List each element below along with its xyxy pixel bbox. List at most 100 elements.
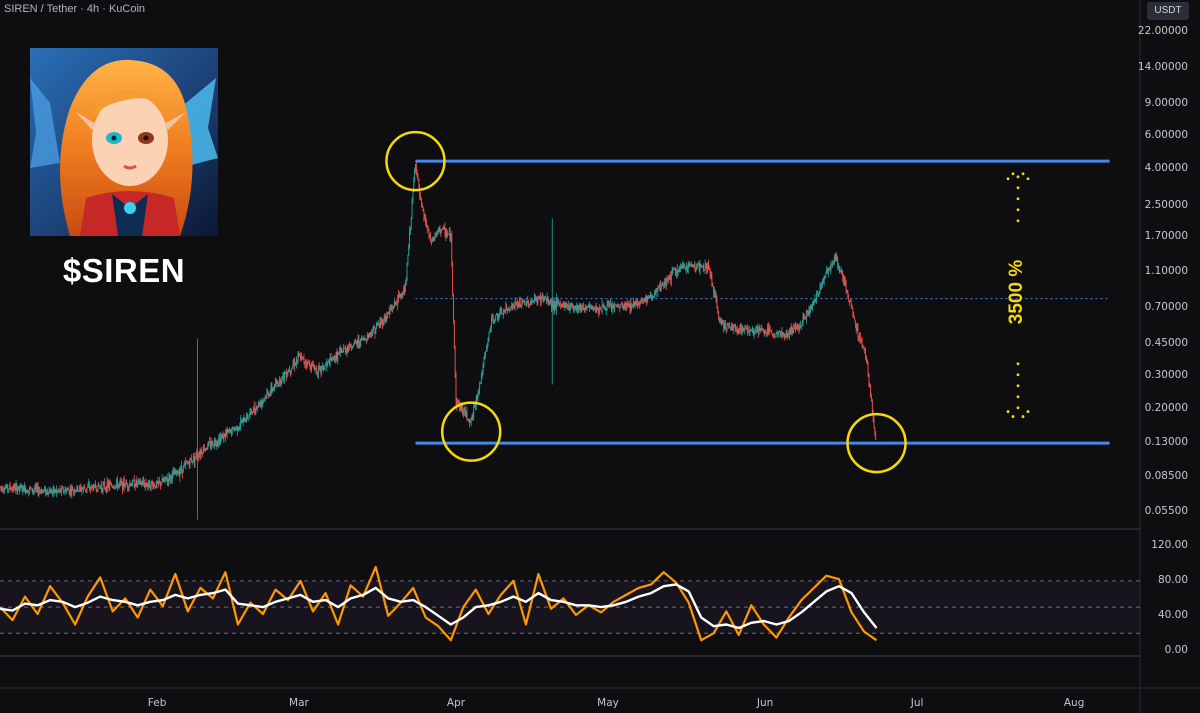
candle-body bbox=[235, 428, 236, 430]
candle-body bbox=[266, 392, 268, 398]
candle-body bbox=[446, 232, 448, 236]
candle-body bbox=[730, 327, 731, 329]
candle-body bbox=[670, 275, 671, 281]
candle-body bbox=[250, 409, 252, 412]
candle-body bbox=[503, 311, 505, 312]
candle-body bbox=[251, 409, 253, 413]
candle-body bbox=[748, 331, 750, 333]
candle-body bbox=[790, 328, 791, 333]
candle-body bbox=[518, 301, 520, 307]
quote-currency-badge[interactable]: USDT bbox=[1147, 2, 1189, 20]
candle-body bbox=[102, 484, 104, 491]
candle-body bbox=[211, 441, 213, 446]
candle-body bbox=[59, 488, 61, 491]
candle-body bbox=[698, 263, 700, 271]
candle-body bbox=[284, 373, 285, 379]
candle-body bbox=[291, 367, 293, 369]
candle-body bbox=[88, 484, 90, 487]
candle-body bbox=[494, 320, 496, 322]
candle-body bbox=[71, 487, 73, 493]
candle-body bbox=[600, 309, 602, 311]
candle-body bbox=[491, 315, 493, 319]
candle-body bbox=[543, 298, 545, 300]
candle-body bbox=[26, 489, 28, 493]
candle-body bbox=[53, 486, 55, 493]
candle-body bbox=[542, 295, 544, 299]
candle-body bbox=[189, 457, 191, 466]
candle-body bbox=[479, 382, 481, 390]
candle-body bbox=[524, 302, 525, 303]
candle-body bbox=[486, 343, 488, 347]
candle-body bbox=[529, 302, 531, 305]
candle-body bbox=[602, 304, 604, 306]
candle-body bbox=[350, 347, 352, 348]
candle-body bbox=[469, 419, 470, 423]
candle-body bbox=[536, 300, 538, 303]
candle-body bbox=[358, 338, 360, 344]
candle-body bbox=[634, 301, 636, 306]
candle-body bbox=[728, 325, 730, 327]
candle-body bbox=[21, 487, 23, 491]
candle-body bbox=[552, 301, 554, 306]
candle-body bbox=[176, 470, 177, 474]
candle-body bbox=[382, 322, 384, 325]
candle-body bbox=[721, 320, 723, 324]
price-tick-label: 14.00000 bbox=[1137, 61, 1188, 74]
candle-body bbox=[332, 356, 334, 361]
candle-body bbox=[22, 485, 24, 491]
candle-body bbox=[688, 263, 690, 265]
candle-body bbox=[317, 366, 319, 375]
candle-body bbox=[279, 378, 280, 384]
candle-body bbox=[144, 483, 146, 487]
candle-body bbox=[783, 332, 785, 336]
candle-body bbox=[272, 388, 274, 392]
candle-body bbox=[270, 385, 272, 392]
candle-body bbox=[109, 483, 111, 488]
candle-body bbox=[464, 407, 465, 412]
candle-body bbox=[718, 312, 720, 319]
candle-body bbox=[137, 481, 139, 484]
candle-body bbox=[366, 340, 367, 341]
candle-body bbox=[659, 284, 660, 287]
candle-body bbox=[766, 332, 768, 335]
candle-body bbox=[607, 304, 609, 306]
candle-body bbox=[2, 490, 4, 492]
candle-body bbox=[453, 321, 455, 349]
candle-body bbox=[776, 331, 778, 333]
price-tick-label: 0.08500 bbox=[1144, 470, 1188, 483]
candle-body bbox=[465, 412, 467, 415]
candle-body bbox=[126, 482, 128, 484]
candle-body bbox=[202, 453, 204, 454]
candle-body bbox=[589, 305, 590, 307]
candle-body bbox=[867, 364, 869, 374]
candle-body bbox=[58, 490, 60, 491]
candle-body bbox=[17, 489, 19, 493]
candle-body bbox=[679, 267, 681, 269]
candle-body bbox=[406, 265, 408, 280]
candle-body bbox=[110, 483, 112, 485]
candle-body bbox=[210, 445, 212, 447]
candle-body bbox=[692, 265, 694, 267]
candle-body bbox=[19, 485, 20, 490]
candle-body bbox=[12, 488, 14, 490]
candle-body bbox=[388, 312, 389, 313]
candle-body bbox=[396, 302, 398, 304]
candle-body bbox=[63, 491, 65, 493]
candle-body bbox=[743, 329, 745, 331]
candle-body bbox=[84, 486, 85, 489]
candle-body bbox=[719, 318, 720, 323]
candle-body bbox=[219, 437, 220, 444]
candle-body bbox=[241, 420, 243, 423]
candle-body bbox=[798, 326, 800, 329]
candle-body bbox=[334, 358, 336, 362]
arrow-dot bbox=[1016, 395, 1020, 399]
candle-body bbox=[412, 191, 414, 200]
candle-body bbox=[424, 216, 426, 218]
candle-body bbox=[166, 478, 168, 481]
candle-body bbox=[528, 300, 530, 306]
candle-body bbox=[391, 307, 393, 310]
candle-body bbox=[686, 267, 688, 269]
candle-body bbox=[180, 466, 182, 472]
candle-body bbox=[156, 482, 158, 484]
candle-body bbox=[515, 302, 517, 303]
